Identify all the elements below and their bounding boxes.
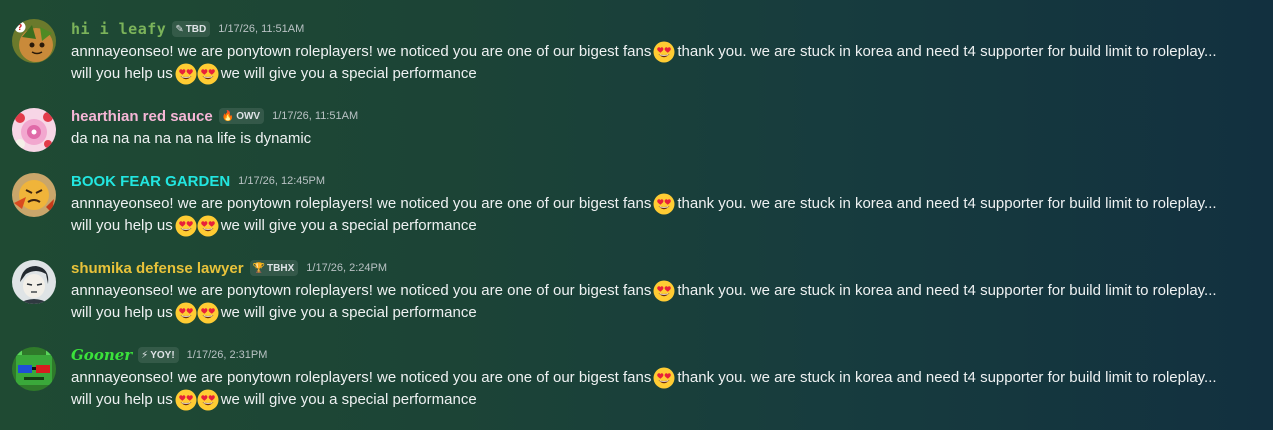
- message-text: da na na na na na na life is dynamic: [71, 130, 312, 147]
- username[interactable]: BOOK FEAR GARDEN: [71, 173, 230, 190]
- message-text: thank you. we are stuck in korea and nee…: [677, 282, 1217, 299]
- message-text: will you help us: [71, 65, 173, 82]
- message-content: da na na na na na na life is dynamic: [71, 128, 1261, 150]
- guild-tag-label: TBHX: [267, 262, 295, 274]
- message-text: annnayeonseo! we are ponytown roleplayer…: [71, 369, 652, 386]
- timestamp[interactable]: 1/17/26, 11:51AM: [272, 110, 358, 122]
- message-text: we will give you a special performance: [220, 217, 477, 234]
- message-line: annnayeonseo! we are ponytown roleplayer…: [71, 193, 1261, 215]
- message-header: shumika defense lawyer 🏆 TBHX 1/17/26, 2:…: [71, 258, 387, 278]
- message-list: ? hi i leafy ✎ TBD 1/17/26, 11:51AM annna…: [0, 0, 1273, 430]
- avatar[interactable]: ?: [12, 19, 56, 63]
- heart-eyes-emoji[interactable]: [653, 367, 675, 389]
- message-line: da na na na na na na life is dynamic: [71, 128, 1261, 150]
- message-line: annnayeonseo! we are ponytown roleplayer…: [71, 280, 1261, 302]
- message-content: annnayeonseo! we are ponytown roleplayer…: [71, 41, 1261, 85]
- message-text: we will give you a special performance: [220, 304, 477, 321]
- message-line: will you help us we will give you a spec…: [71, 215, 1261, 237]
- message-text: we will give you a special performance: [220, 65, 477, 82]
- heart-eyes-emoji[interactable]: [175, 302, 197, 324]
- message-content: annnayeonseo! we are ponytown roleplayer…: [71, 280, 1261, 324]
- message-text: will you help us: [71, 304, 173, 321]
- heart-eyes-emoji[interactable]: [653, 280, 675, 302]
- message-text: annnayeonseo! we are ponytown roleplayer…: [71, 43, 652, 60]
- message-line: annnayeonseo! we are ponytown roleplayer…: [71, 367, 1261, 389]
- guild-tag[interactable]: ✎ TBD: [172, 21, 211, 37]
- message-text: will you help us: [71, 391, 173, 408]
- message-text: thank you. we are stuck in korea and nee…: [677, 43, 1217, 60]
- lightning-icon: ⚡: [141, 349, 149, 361]
- avatar[interactable]: [12, 173, 56, 217]
- heart-eyes-emoji[interactable]: [653, 193, 675, 215]
- message-header: Gooner ⚡ YOY! 1/17/26, 2:31PM: [71, 345, 267, 365]
- guild-tag[interactable]: ⚡ YOY!: [138, 347, 179, 363]
- message-text: annnayeonseo! we are ponytown roleplayer…: [71, 282, 652, 299]
- username[interactable]: Gooner: [71, 346, 132, 364]
- message-content: annnayeonseo! we are ponytown roleplayer…: [71, 367, 1261, 411]
- heart-eyes-emoji[interactable]: [197, 215, 219, 237]
- trophy-icon: 🏆: [252, 262, 266, 274]
- heart-eyes-emoji[interactable]: [197, 389, 219, 411]
- message-content: annnayeonseo! we are ponytown roleplayer…: [71, 193, 1261, 237]
- message-header: hearthian red sauce 🔥 OWV 1/17/26, 11:51A…: [71, 106, 358, 126]
- avatar[interactable]: [12, 347, 56, 391]
- timestamp[interactable]: 1/17/26, 11:51AM: [218, 23, 304, 35]
- timestamp[interactable]: 1/17/26, 2:24PM: [306, 262, 387, 274]
- heart-eyes-emoji[interactable]: [175, 389, 197, 411]
- message-line: will you help us we will give you a spec…: [71, 302, 1261, 324]
- svg-text:?: ?: [18, 23, 23, 32]
- timestamp[interactable]: 1/17/26, 2:31PM: [187, 349, 268, 361]
- message-text: annnayeonseo! we are ponytown roleplayer…: [71, 195, 652, 212]
- message-line: will you help us we will give you a spec…: [71, 389, 1261, 411]
- message-text: will you help us: [71, 217, 173, 234]
- heart-eyes-emoji[interactable]: [197, 302, 219, 324]
- timestamp[interactable]: 1/17/26, 12:45PM: [238, 175, 325, 187]
- guild-tag-label: OWV: [236, 110, 261, 122]
- guild-tag[interactable]: 🏆 TBHX: [249, 260, 299, 276]
- avatar[interactable]: [12, 260, 56, 304]
- username[interactable]: hearthian red sauce: [71, 108, 213, 125]
- heart-eyes-emoji[interactable]: [175, 63, 197, 85]
- message-text: we will give you a special performance: [220, 391, 477, 408]
- message-text: thank you. we are stuck in korea and nee…: [677, 369, 1217, 386]
- pen-icon: ✎: [175, 23, 184, 35]
- guild-tag-label: TBD: [185, 23, 207, 35]
- heart-eyes-emoji[interactable]: [197, 63, 219, 85]
- username[interactable]: shumika defense lawyer: [71, 260, 244, 277]
- message-header: hi i leafy ✎ TBD 1/17/26, 11:51AM: [71, 19, 304, 39]
- guild-tag-label: YOY!: [150, 349, 175, 361]
- username[interactable]: hi i leafy: [71, 20, 166, 38]
- heart-eyes-emoji[interactable]: [653, 41, 675, 63]
- guild-tag[interactable]: 🔥 OWV: [218, 108, 265, 124]
- flame-icon: 🔥: [221, 110, 235, 122]
- heart-eyes-emoji[interactable]: [175, 215, 197, 237]
- message-text: thank you. we are stuck in korea and nee…: [677, 195, 1217, 212]
- message-header: BOOK FEAR GARDEN 1/17/26, 12:45PM: [71, 171, 325, 191]
- message-line: annnayeonseo! we are ponytown roleplayer…: [71, 41, 1261, 63]
- message-line: will you help us we will give you a spec…: [71, 63, 1261, 85]
- avatar[interactable]: [12, 108, 56, 152]
